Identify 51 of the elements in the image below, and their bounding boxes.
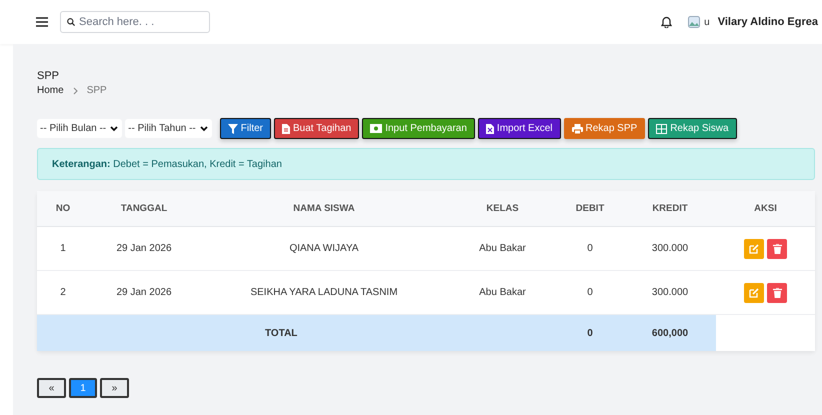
table-cell: 0 [556, 226, 624, 270]
page-button[interactable]: « [37, 378, 66, 398]
edit-icon [749, 244, 759, 254]
chevron-down-icon [200, 126, 208, 132]
table-cell: Abu Bakar [449, 226, 556, 270]
column-header: AKSI [716, 191, 815, 226]
page-title: SPP [37, 70, 60, 82]
alert-text: Keterangan: Debet = Pemasukan, Kredit = Tagihan [52, 158, 282, 170]
column-header: NO [37, 191, 89, 226]
user-name[interactable]: Vilary Aldino Egrea [718, 16, 818, 28]
edit-icon [749, 288, 759, 298]
menu-icon[interactable] [36, 17, 48, 27]
dropdown[interactable]: -- Pilih Tahun -- [125, 119, 212, 138]
total-label: TOTAL [89, 314, 449, 351]
search-field[interactable]: Search here. . . [60, 11, 210, 33]
edit-button[interactable] [744, 238, 764, 258]
document-icon [282, 124, 290, 134]
trash-icon [772, 244, 782, 254]
money-button[interactable]: Input Pembayaran [362, 118, 475, 139]
delete-button[interactable] [767, 282, 787, 302]
table-cell: 29 Jan 2026 [89, 226, 199, 270]
broken-image-icon [688, 16, 700, 28]
column-header: KREDIT [624, 191, 716, 226]
dropdown[interactable]: -- Pilih Bulan -- [37, 119, 122, 138]
filter-button[interactable]: Filter [220, 118, 271, 139]
trash-icon [772, 288, 782, 298]
excel-button[interactable]: Import Excel [478, 118, 560, 139]
avatar-alt-text: u [704, 16, 710, 28]
banknote-icon [370, 124, 382, 133]
total-debit: 0 [556, 314, 624, 351]
table-cell: QIANA WIJAYA [199, 226, 449, 270]
column-header: NAMA SISWA [199, 191, 449, 226]
page-button[interactable]: » [100, 378, 129, 398]
total-kredit: 600,000 [624, 314, 716, 351]
table-cell: 1 [37, 226, 89, 270]
file-button[interactable]: Buat Tagihan [274, 118, 360, 139]
filter-icon [228, 124, 238, 134]
chevron-down-icon [110, 126, 118, 132]
delete-button[interactable] [767, 238, 787, 258]
breadcrumb-item: SPP [86, 85, 107, 96]
column-header: TANGGAL [89, 191, 199, 226]
column-header: DEBIT [556, 191, 624, 226]
printer-icon [572, 124, 582, 134]
table-icon [656, 124, 668, 134]
edit-button[interactable] [744, 282, 764, 302]
chevron-right-icon [72, 86, 78, 94]
bell-icon[interactable] [661, 16, 672, 28]
column-header: KELAS [449, 191, 556, 226]
breadcrumb-item[interactable]: Home [37, 85, 64, 96]
table-cell: 300.000 [624, 226, 716, 270]
spreadsheet-file-icon [486, 124, 494, 134]
